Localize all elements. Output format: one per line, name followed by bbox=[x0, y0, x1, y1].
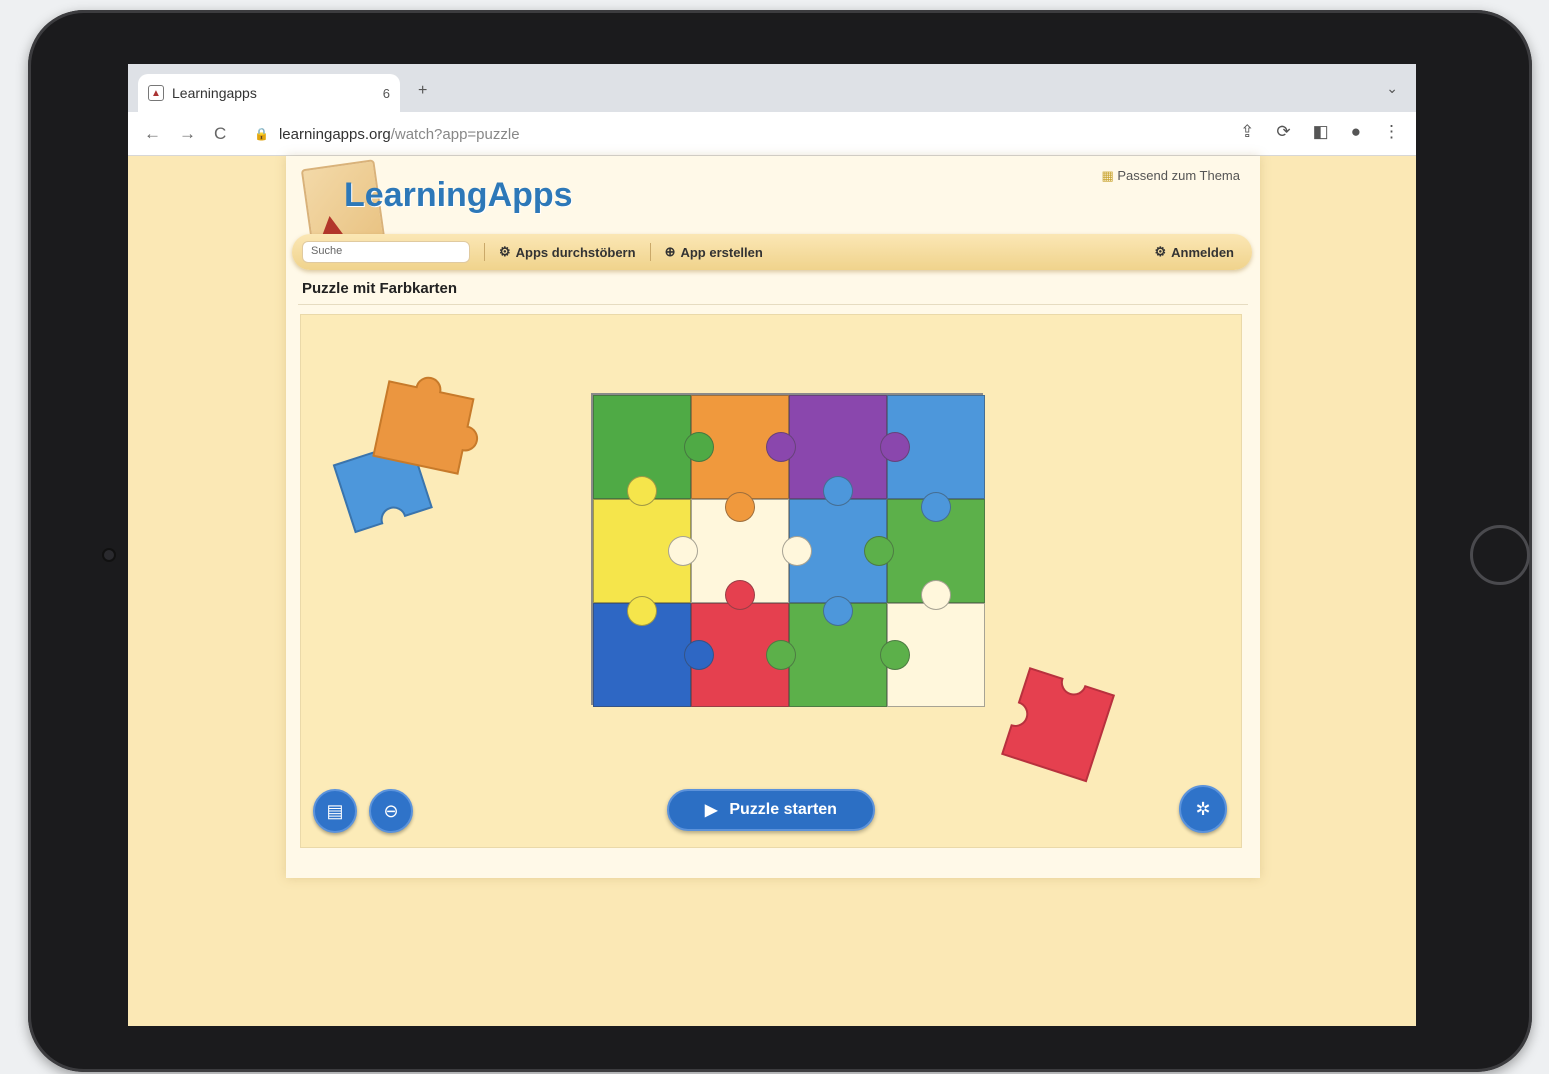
menu-item-create-label: App erstellen bbox=[680, 244, 763, 260]
puzzle-tab bbox=[627, 476, 657, 506]
top-link-label: Passend zum Thema bbox=[1117, 168, 1240, 183]
puzzle-tab bbox=[668, 536, 698, 566]
menu-item-create[interactable]: ⊕ App erstellen bbox=[665, 244, 763, 260]
puzzle-tab bbox=[823, 596, 853, 626]
share-icon[interactable]: ⇪ bbox=[1240, 122, 1254, 142]
puzzle-tab bbox=[823, 476, 853, 506]
profile-icon[interactable]: ● bbox=[1351, 122, 1361, 142]
sidepanel-icon[interactable]: ◧ bbox=[1313, 122, 1329, 142]
forward-icon[interactable]: → bbox=[179, 124, 196, 144]
puzzle-tab bbox=[782, 536, 812, 566]
url-field[interactable]: 🔒 learningapps.org/watch?app=puzzle bbox=[254, 120, 1214, 148]
tab-strip: ▲ Learningapps 6 + ⌄ bbox=[128, 64, 1416, 112]
tab-close-icon[interactable]: 6 bbox=[383, 86, 390, 101]
puzzle-tab bbox=[880, 640, 910, 670]
login-icon: ⚙ bbox=[1154, 244, 1167, 259]
search-input[interactable]: Suche bbox=[302, 241, 470, 263]
main-menu: Suche ⚙ Apps durchstöbern ⊕ App erstellen … bbox=[292, 234, 1252, 270]
puzzle-board[interactable] bbox=[591, 393, 985, 707]
puzzle-tab bbox=[766, 432, 796, 462]
play-icon: ▶ bbox=[705, 802, 718, 819]
settings-icon[interactable]: ✲ bbox=[1179, 785, 1227, 833]
address-toolbar: ← → C 🔒 learningapps.org/watch?app=puzzl… bbox=[128, 112, 1416, 156]
puzzle-tab bbox=[627, 596, 657, 626]
puzzle-stage: ▤ ⊖ ▶ Puzzle starten ✲ bbox=[300, 314, 1242, 848]
logo-text[interactable]: LearningApps bbox=[344, 176, 573, 215]
puzzle-tab bbox=[921, 492, 951, 522]
browser-tab[interactable]: ▲ Learningapps 6 bbox=[138, 74, 400, 112]
menu-divider bbox=[484, 243, 485, 261]
puzzle-tab bbox=[684, 432, 714, 462]
more-menu-icon[interactable]: ⋮ bbox=[1383, 122, 1400, 142]
grid-icon[interactable]: ▤ bbox=[313, 789, 357, 833]
start-puzzle-button[interactable]: ▶ Puzzle starten bbox=[667, 789, 875, 831]
extension-icon[interactable]: ⟳ bbox=[1276, 122, 1290, 142]
loose-piece-red[interactable] bbox=[989, 655, 1129, 795]
menu-divider bbox=[649, 243, 651, 261]
fullscreen-icon[interactable]: ⊖ bbox=[369, 789, 413, 833]
top-link[interactable]: ▦ Passend zum Thema bbox=[1101, 168, 1240, 184]
home-button[interactable] bbox=[1470, 525, 1530, 585]
start-puzzle-label: Puzzle starten bbox=[729, 801, 837, 818]
puzzle-tab bbox=[880, 432, 910, 462]
menu-item-login[interactable]: ⚙ Anmelden bbox=[1155, 244, 1235, 260]
reload-icon[interactable]: C bbox=[214, 124, 226, 144]
puzzle-tab bbox=[684, 640, 714, 670]
favicon-icon: ▲ bbox=[148, 85, 164, 101]
puzzle-tab bbox=[766, 640, 796, 670]
back-icon[interactable]: ← bbox=[144, 124, 161, 144]
browser-screen: ▲ Learningapps 6 + ⌄ ← → C 🔒 learningapp… bbox=[128, 64, 1416, 1026]
plus-icon: ⊕ bbox=[664, 244, 676, 259]
camera-icon bbox=[102, 548, 116, 562]
puzzle-tab bbox=[864, 536, 894, 566]
tab-menu-icon[interactable]: ⌄ bbox=[1386, 80, 1398, 97]
app-title: Puzzle mit Farbkarten bbox=[302, 280, 458, 297]
loose-piece-orange[interactable] bbox=[361, 365, 491, 485]
lock-icon: 🔒 bbox=[254, 127, 269, 141]
menu-item-login-label: Anmelden bbox=[1171, 244, 1234, 260]
puzzle-tab bbox=[921, 580, 951, 610]
url-path: /watch?app=puzzle bbox=[390, 125, 520, 143]
url-host: learningapps.org bbox=[278, 125, 391, 143]
gear-icon: ⚙ bbox=[499, 244, 511, 259]
puzzle-tab bbox=[725, 580, 755, 610]
menu-item-browse[interactable]: ⚙ Apps durchstöbern bbox=[499, 244, 636, 260]
learningapps-page: LearningApps ▦ Passend zum Thema Suche ⚙… bbox=[286, 156, 1260, 878]
puzzle-tab bbox=[725, 492, 755, 522]
title-divider bbox=[298, 304, 1248, 305]
menu-item-browse-label: Apps durchstöbern bbox=[515, 244, 636, 260]
tab-title: Learningapps bbox=[172, 85, 257, 101]
new-tab-icon[interactable]: + bbox=[418, 82, 427, 100]
